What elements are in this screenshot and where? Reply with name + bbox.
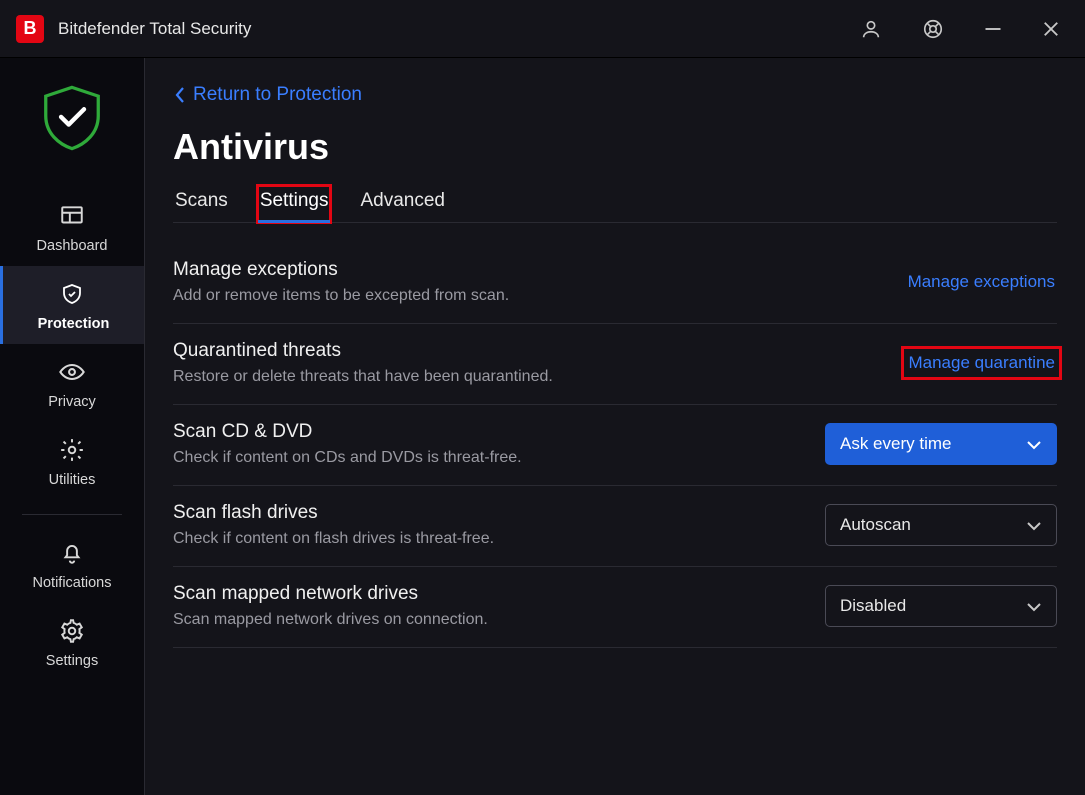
- row-title: Scan flash drives: [173, 502, 494, 524]
- manage-exceptions-link[interactable]: Manage exceptions: [906, 270, 1057, 294]
- sidebar-divider: [22, 514, 123, 515]
- sidebar-item-label: Notifications: [33, 575, 112, 591]
- tabs: Scans Settings Advanced: [173, 186, 1057, 223]
- scan-cd-dvd-select[interactable]: Ask every time: [825, 423, 1057, 465]
- sidebar-item-label: Dashboard: [37, 238, 108, 254]
- sidebar-item-dashboard[interactable]: Dashboard: [0, 188, 144, 266]
- row-scan-cd-dvd: Scan CD & DVD Check if content on CDs an…: [173, 405, 1057, 486]
- sidebar-item-label: Settings: [46, 653, 98, 669]
- dashboard-icon: [58, 202, 86, 230]
- row-desc: Scan mapped network drives on connection…: [173, 611, 488, 629]
- privacy-icon: [58, 358, 86, 386]
- titlebar: B Bitdefender Total Security: [0, 0, 1085, 58]
- tab-advanced[interactable]: Advanced: [358, 186, 447, 222]
- app-title: Bitdefender Total Security: [58, 19, 859, 39]
- row-desc: Restore or delete threats that have been…: [173, 368, 553, 386]
- sidebar: Dashboard Protection Privacy Utilities: [0, 58, 145, 795]
- main-panel: Return to Protection Antivirus Scans Set…: [145, 58, 1085, 795]
- chevron-down-icon: [1026, 521, 1042, 531]
- chevron-down-icon: [1026, 602, 1042, 612]
- status-shield-icon: [36, 82, 108, 154]
- row-title: Quarantined threats: [173, 340, 553, 362]
- manage-quarantine-link[interactable]: Manage quarantine: [906, 351, 1057, 375]
- tab-scans[interactable]: Scans: [173, 186, 230, 222]
- protection-icon: [58, 280, 86, 308]
- row-title: Scan CD & DVD: [173, 421, 522, 443]
- brand-logo: B: [16, 15, 44, 43]
- sidebar-item-label: Protection: [38, 316, 110, 332]
- scan-flash-select[interactable]: Autoscan: [825, 504, 1057, 546]
- select-value: Ask every time: [840, 434, 951, 454]
- select-value: Disabled: [840, 596, 906, 616]
- settings-list: Manage exceptions Add or remove items to…: [173, 243, 1057, 648]
- minimize-button[interactable]: [983, 19, 1003, 39]
- scan-mapped-select[interactable]: Disabled: [825, 585, 1057, 627]
- row-desc: Check if content on flash drives is thre…: [173, 530, 494, 548]
- account-icon[interactable]: [859, 17, 883, 41]
- support-icon[interactable]: [921, 17, 945, 41]
- row-desc: Add or remove items to be excepted from …: [173, 287, 509, 305]
- row-desc: Check if content on CDs and DVDs is thre…: [173, 449, 522, 467]
- tab-settings[interactable]: Settings: [258, 186, 331, 222]
- row-title: Manage exceptions: [173, 259, 509, 281]
- sidebar-item-settings[interactable]: Settings: [0, 603, 144, 681]
- sidebar-item-utilities[interactable]: Utilities: [0, 422, 144, 500]
- sidebar-item-protection[interactable]: Protection: [0, 266, 144, 344]
- row-quarantined-threats: Quarantined threats Restore or delete th…: [173, 324, 1057, 405]
- sidebar-item-privacy[interactable]: Privacy: [0, 344, 144, 422]
- back-link[interactable]: Return to Protection: [173, 84, 1057, 106]
- chevron-down-icon: [1026, 440, 1042, 450]
- row-scan-flash-drives: Scan flash drives Check if content on fl…: [173, 486, 1057, 567]
- row-title: Scan mapped network drives: [173, 583, 488, 605]
- sidebar-item-label: Privacy: [48, 394, 96, 410]
- select-value: Autoscan: [840, 515, 911, 535]
- bell-icon: [58, 539, 86, 567]
- sidebar-item-label: Utilities: [49, 472, 96, 488]
- sidebar-item-notifications[interactable]: Notifications: [0, 525, 144, 603]
- close-button[interactable]: [1041, 19, 1061, 39]
- row-scan-mapped-drives: Scan mapped network drives Scan mapped n…: [173, 567, 1057, 648]
- titlebar-actions: [859, 17, 1061, 41]
- utilities-icon: [58, 436, 86, 464]
- row-manage-exceptions: Manage exceptions Add or remove items to…: [173, 243, 1057, 324]
- chevron-left-icon: [173, 86, 187, 104]
- page-title: Antivirus: [173, 126, 1057, 168]
- gear-icon: [58, 617, 86, 645]
- back-link-label: Return to Protection: [193, 84, 362, 106]
